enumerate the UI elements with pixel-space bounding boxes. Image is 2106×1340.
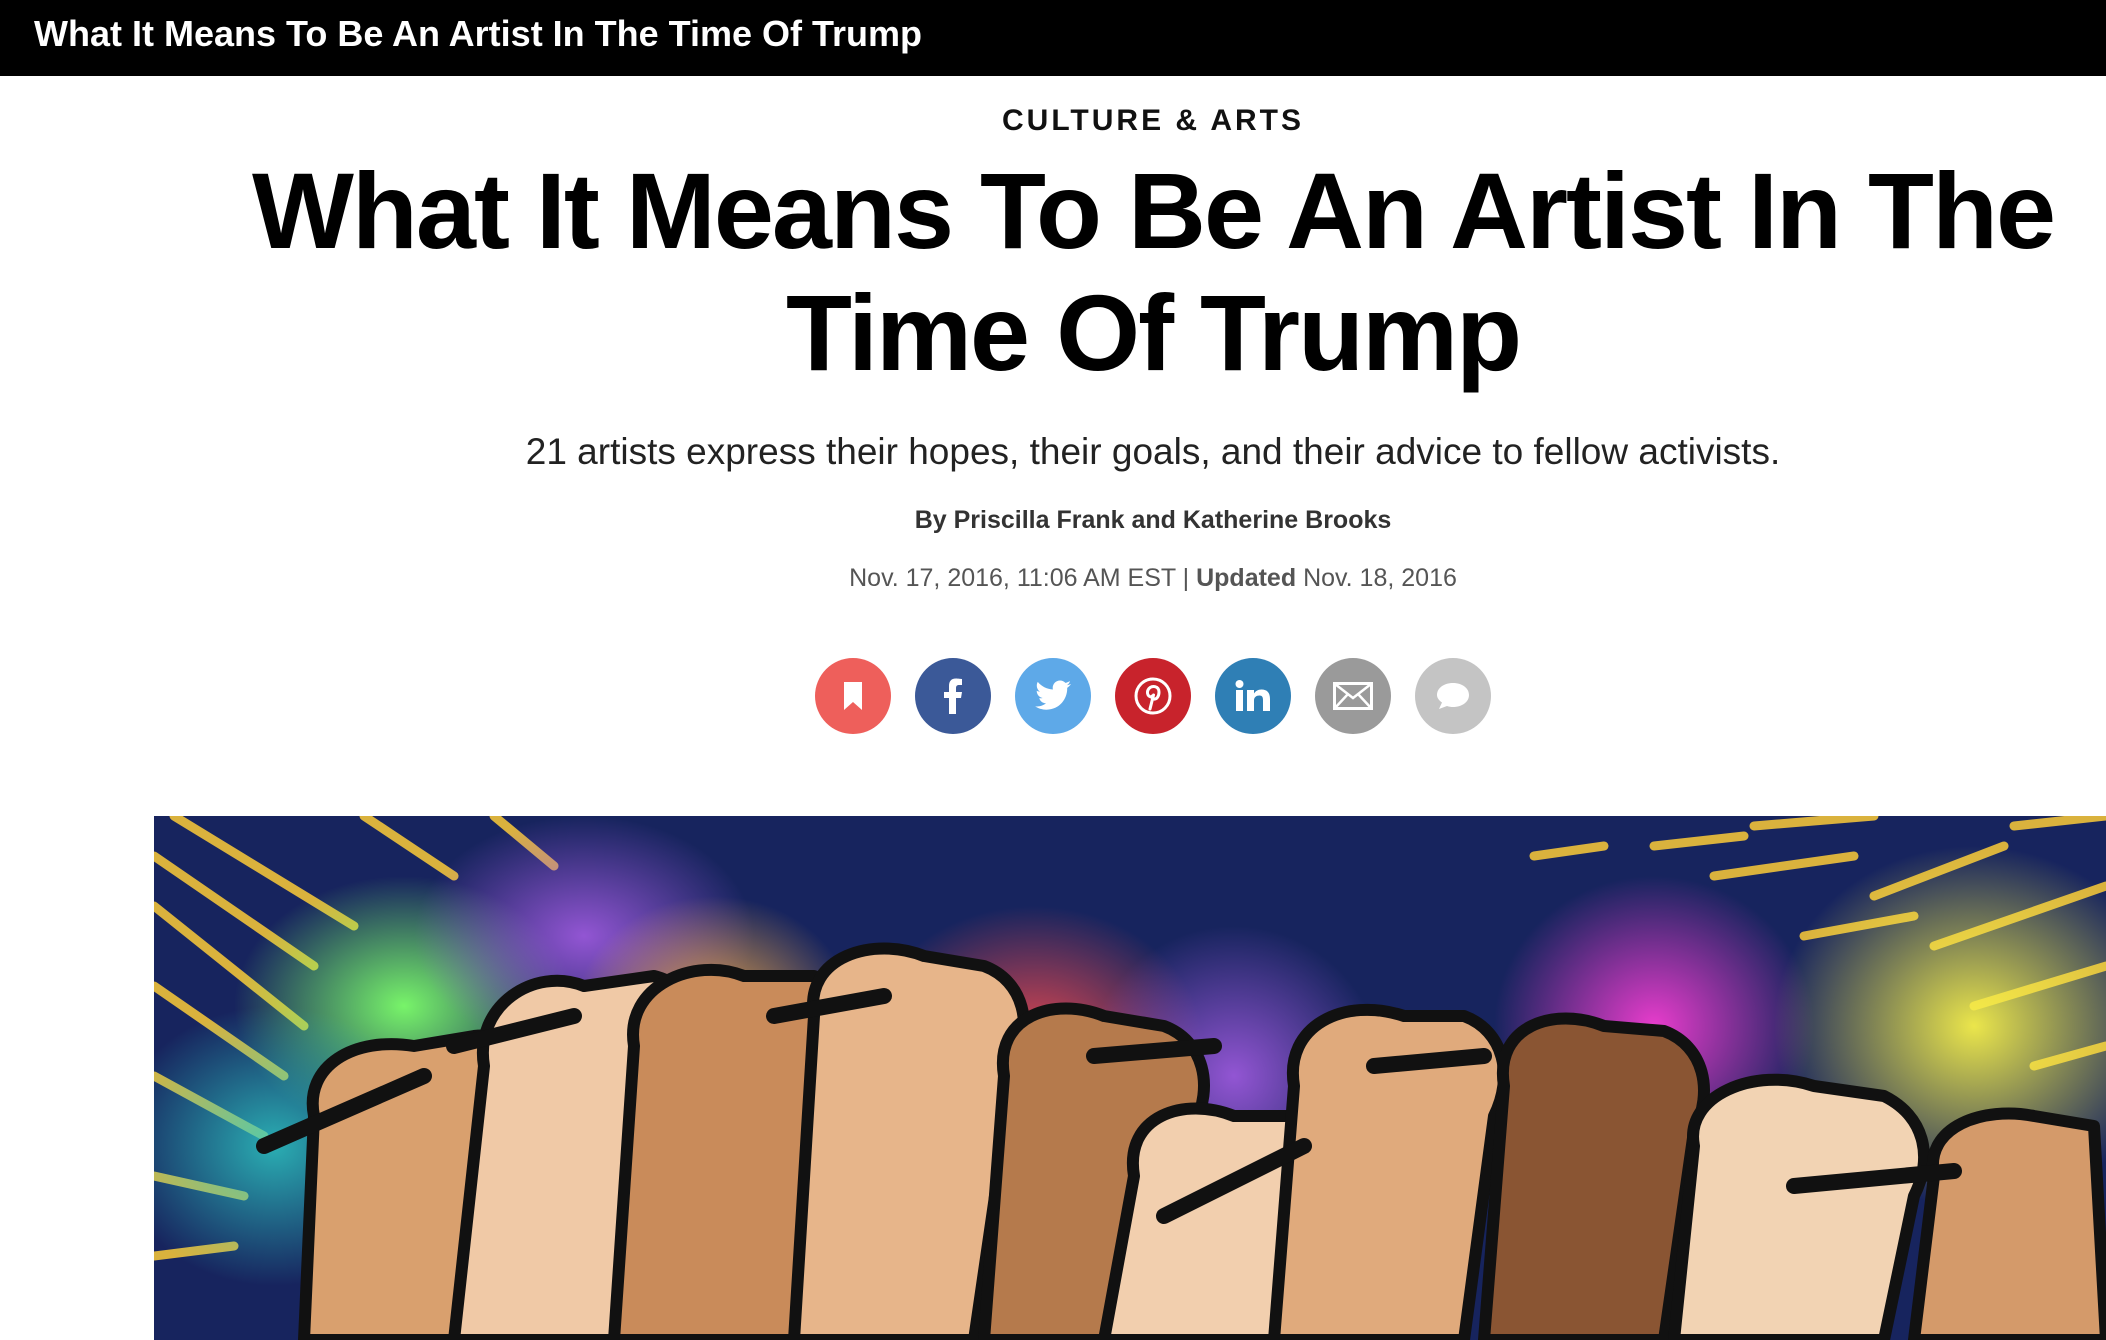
linkedin-icon: [1235, 680, 1270, 711]
article-byline: By Priscilla Frank and Katherine Brooks: [914, 506, 1392, 534]
article-dek: 21 artists express their hopes, their go…: [525, 431, 1781, 472]
bookmark-button[interactable]: [815, 658, 891, 734]
pinterest-share-button[interactable]: [1115, 658, 1191, 734]
comments-button[interactable]: [1415, 658, 1491, 734]
twitter-icon: [1035, 680, 1071, 710]
published-date: Nov. 17, 2016, 11:06 AM EST |: [849, 564, 1190, 592]
mail-icon: [1333, 682, 1373, 710]
updated-date: Nov. 18, 2016: [1303, 564, 1457, 592]
top-bar: What It Means To Be An Artist In The Tim…: [0, 0, 2106, 76]
top-bar-title: What It Means To Be An Artist In The Tim…: [34, 13, 923, 54]
facebook-share-button[interactable]: [915, 658, 991, 734]
article-timestamp: Nov. 17, 2016, 11:06 AM EST | Updated No…: [240, 564, 2066, 593]
section-label[interactable]: CULTURE & ARTS: [0, 104, 2106, 138]
share-bar: [815, 658, 1495, 736]
facebook-icon: [944, 678, 962, 714]
twitter-share-button[interactable]: [1015, 658, 1091, 734]
hero-image: [154, 816, 2106, 1340]
linkedin-share-button[interactable]: [1215, 658, 1291, 734]
updated-label: Updated: [1196, 564, 1297, 592]
pinterest-icon: [1134, 677, 1172, 715]
email-share-button[interactable]: [1315, 658, 1391, 734]
comment-icon: [1437, 683, 1469, 709]
article-headline: What It Means To Be An Artist In The Tim…: [251, 150, 2056, 393]
raised-fists-illustration: [154, 816, 2106, 1340]
bookmark-icon: [844, 682, 862, 710]
